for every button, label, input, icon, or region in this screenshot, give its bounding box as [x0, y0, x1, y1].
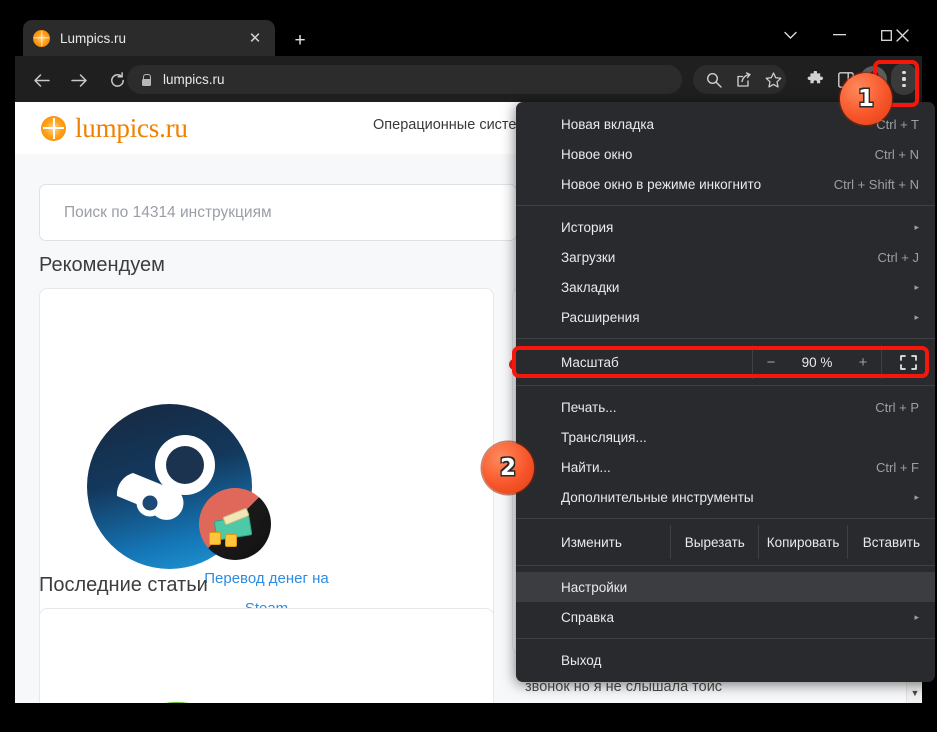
back-icon[interactable]: [27, 66, 55, 94]
browser-window: Lumpics.ru ✕ + lumpics.ru lumpics.ru Опе…: [15, 10, 935, 718]
site-search-input[interactable]: Поиск по 14314 инструкциям: [39, 184, 517, 241]
menu-item-label: Печать...: [561, 399, 617, 415]
site-logo-icon: [41, 115, 66, 141]
menu-zoom-row: Масштаб − 90 % +: [516, 345, 935, 379]
lock-icon: [140, 73, 152, 87]
edit-cut-button[interactable]: Вырезать: [670, 525, 758, 559]
address-bar[interactable]: lumpics.ru: [127, 65, 682, 94]
search-icon[interactable]: [699, 65, 728, 94]
minimize-icon[interactable]: [821, 22, 857, 48]
menu-item-find[interactable]: Найти... Ctrl + F: [516, 452, 935, 482]
share-toolbar-icon[interactable]: [729, 65, 758, 94]
menu-item-shortcut: Ctrl + P: [875, 399, 919, 415]
forward-icon[interactable]: [65, 66, 93, 94]
menu-item-label: Новое окно в режиме инкогнито: [561, 176, 762, 192]
screenshot-root: Lumpics.ru ✕ + lumpics.ru lumpics.ru Опе…: [0, 0, 937, 732]
menu-item-history[interactable]: История ▸: [516, 212, 935, 242]
menu-separator: [516, 385, 935, 386]
chevron-right-icon: ▸: [914, 311, 919, 322]
menu-item-shortcut: Ctrl + J: [877, 249, 919, 265]
menu-separator: [516, 638, 935, 639]
menu-item-label: Расширения: [561, 309, 640, 325]
chrome-main-menu: Новая вкладка Ctrl + T Новое окно Ctrl +…: [516, 102, 935, 682]
menu-item-print[interactable]: Печать... Ctrl + P: [516, 392, 935, 422]
menu-item-help[interactable]: Справка ▸: [516, 602, 935, 632]
menu-separator: [516, 565, 935, 566]
menu-item-shortcut: Ctrl + F: [876, 459, 919, 475]
menu-item-label: Загрузки: [561, 249, 616, 265]
site-search-placeholder: Поиск по 14314 инструкциям: [64, 203, 272, 221]
close-tab-icon[interactable]: ✕: [245, 28, 265, 48]
menu-item-label: Настройки: [561, 579, 628, 595]
menu-separator: [516, 338, 935, 339]
chevron-right-icon: ▸: [914, 281, 919, 292]
fullscreen-icon[interactable]: [881, 345, 935, 379]
menu-item-shortcut: Ctrl + N: [874, 146, 919, 162]
site-logo-text[interactable]: lumpics.ru: [75, 113, 188, 144]
tab-search-icon[interactable]: [772, 22, 808, 48]
chevron-right-icon: ▸: [914, 611, 919, 622]
menu-item-label: Новое окно: [561, 146, 633, 162]
edit-label: Изменить: [561, 534, 622, 550]
menu-item-downloads[interactable]: Загрузки Ctrl + J: [516, 242, 935, 272]
edit-paste-button[interactable]: Вставить: [846, 525, 935, 559]
site-nav-item-os[interactable]: Операционные систе: [373, 117, 516, 133]
menu-item-label: Закладки: [561, 279, 620, 295]
menu-item-cast[interactable]: Трансляция...: [516, 422, 935, 452]
menu-item-label: Найти...: [561, 459, 611, 475]
menu-item-new-incognito-window[interactable]: Новое окно в режиме инкогнито Ctrl + Shi…: [516, 169, 935, 199]
zoom-out-button[interactable]: −: [753, 354, 789, 371]
zoom-controls: − 90 % +: [752, 345, 881, 379]
menu-item-settings[interactable]: Настройки: [516, 572, 935, 602]
menu-item-label: Выход: [561, 652, 602, 668]
menu-item-label: Новая вкладка: [561, 116, 655, 132]
bookmark-star-icon[interactable]: [759, 65, 788, 94]
menu-item-extensions[interactable]: Расширения ▸: [516, 302, 935, 332]
address-bar-url: lumpics.ru: [163, 72, 225, 87]
menu-item-new-window[interactable]: Новое окно Ctrl + N: [516, 139, 935, 169]
coin-icon: [209, 532, 221, 545]
annotation-badge-2: 2: [482, 442, 534, 494]
zoom-level-value: 90 %: [801, 354, 833, 370]
menu-item-label: Дополнительные инструменты: [561, 489, 754, 505]
menu-item-shortcut: Ctrl + Shift + N: [833, 176, 919, 192]
close-window-icon[interactable]: [884, 22, 920, 48]
menu-edit-row: Изменить Вырезать Копировать Вставить: [516, 525, 935, 559]
title-bar: Lumpics.ru ✕ +: [15, 10, 922, 56]
menu-separator: [516, 205, 935, 206]
coin-icon: [225, 534, 237, 547]
browser-tab[interactable]: Lumpics.ru ✕: [23, 20, 275, 56]
zoom-label: Масштаб: [561, 354, 619, 370]
new-tab-button[interactable]: +: [287, 28, 313, 54]
menu-item-bookmarks[interactable]: Закладки ▸: [516, 272, 935, 302]
browser-toolbar: lumpics.ru: [15, 56, 922, 102]
tab-title: Lumpics.ru: [60, 30, 127, 46]
menu-item-label: История: [561, 219, 614, 235]
chevron-right-icon: ▸: [914, 221, 919, 232]
lumpics-favicon-icon: [33, 29, 50, 47]
menu-item-label: Трансляция...: [561, 429, 647, 445]
money-transfer-icon: [199, 488, 271, 560]
section-title-latest: Последние статьи: [39, 574, 208, 596]
menu-item-label: Справка: [561, 609, 614, 625]
edit-copy-button[interactable]: Копировать: [758, 525, 846, 559]
scroll-down-icon[interactable]: ▼: [907, 685, 922, 701]
extensions-puzzle-icon[interactable]: [801, 65, 830, 94]
menu-item-more-tools[interactable]: Дополнительные инструменты ▸: [516, 482, 935, 512]
section-title-recommended: Рекомендуем: [39, 254, 165, 276]
annotation-badge-1: 1: [840, 73, 892, 125]
article-card-android[interactable]: [39, 608, 494, 703]
zoom-in-button[interactable]: +: [845, 354, 881, 371]
menu-separator: [516, 518, 935, 519]
menu-item-exit[interactable]: Выход: [516, 645, 935, 675]
chrome-menu-button[interactable]: [891, 63, 917, 95]
chevron-right-icon: ▸: [914, 491, 919, 502]
